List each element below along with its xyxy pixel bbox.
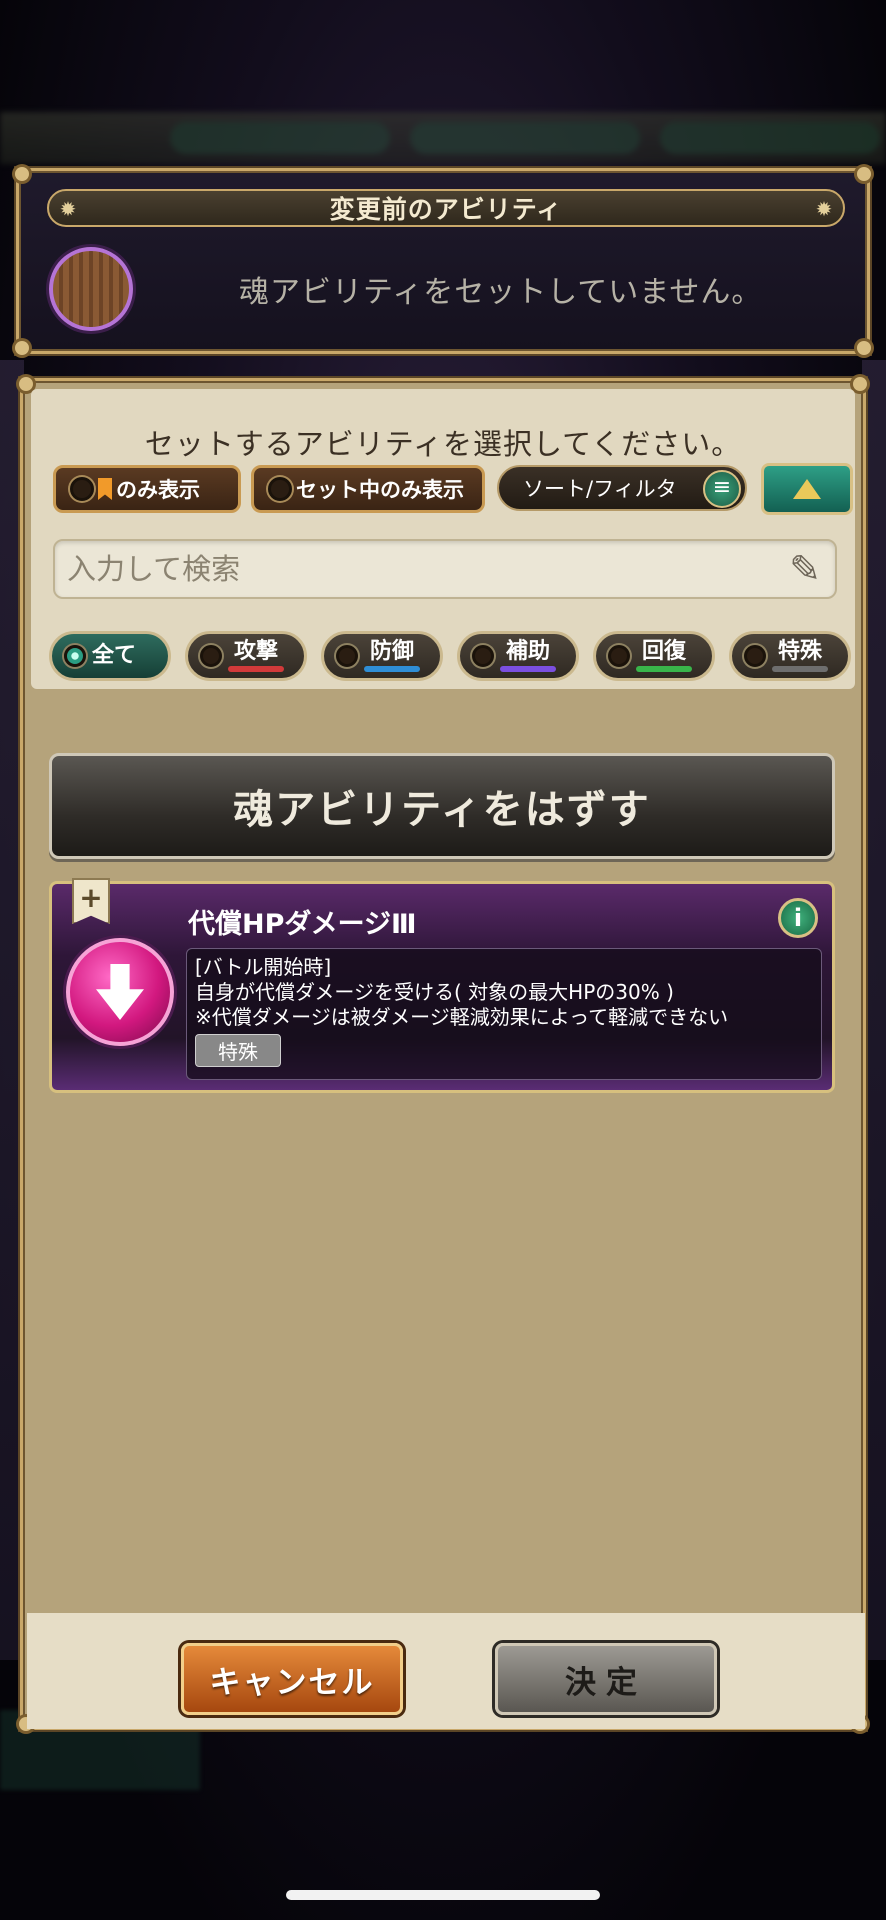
ability-description: [バトル開始時] 自身が代償ダメージを受ける( 対象の最大HPの30% ) ※代…	[186, 948, 822, 1080]
select-instruction: セットするアビリティを選択してください。	[144, 427, 742, 461]
category-color-bar	[500, 666, 556, 672]
ability-desc-line: 自身が代償ダメージを受ける( 対象の最大HPの30% )	[195, 980, 674, 1004]
frame-ornament	[847, 157, 881, 191]
footer-bar: キャンセル 決定	[27, 1613, 865, 1729]
category-label: 補助	[505, 639, 550, 664]
remove-ability-button[interactable]: 魂アビリティをはずす	[49, 753, 835, 859]
radio-icon	[608, 645, 630, 667]
info-icon[interactable]: i	[778, 898, 818, 938]
category-special-tab[interactable]: 特殊	[729, 631, 851, 681]
collapse-filter-button[interactable]	[761, 463, 853, 515]
frame-ornament	[5, 331, 39, 365]
confirm-label: 決定	[565, 1664, 647, 1701]
category-recovery-tab[interactable]: 回復	[593, 631, 715, 681]
bookmark-icon	[98, 478, 112, 500]
previous-ability-title: 変更前のアビリティ	[329, 195, 563, 224]
radio-icon	[268, 477, 292, 501]
empty-ability-slot-icon	[49, 247, 133, 331]
gear-ornament-icon: ✹	[815, 197, 833, 221]
category-color-bar	[772, 666, 828, 672]
sort-filter-label: ソート/フィルタ	[523, 477, 677, 501]
category-attack-tab[interactable]: 攻撃	[185, 631, 307, 681]
category-label: 全て	[92, 643, 137, 668]
ability-name: 代償HPダメージⅢ	[188, 909, 417, 940]
cancel-label: キャンセル	[209, 1664, 375, 1701]
plus-bookmark-icon[interactable]: +	[72, 878, 110, 924]
search-input[interactable]: 入力して検索 ✎	[53, 539, 837, 599]
ability-select-panel: セットするアビリティを選択してください。 のみ表示 セット中のみ表示 ソート/フ…	[19, 377, 867, 1731]
category-color-bar	[228, 666, 284, 672]
category-label: 攻撃	[233, 639, 278, 664]
search-placeholder: 入力して検索	[67, 552, 241, 586]
category-defense-tab[interactable]: 防御	[321, 631, 443, 681]
ability-card[interactable]: + 代償HPダメージⅢ i [バトル開始時] 自身が代償ダメージを受ける( 対象…	[49, 878, 835, 1093]
category-color-bar	[636, 666, 692, 672]
menu-icon: ≡	[703, 470, 741, 508]
frame-ornament	[5, 157, 39, 191]
radio-icon	[200, 645, 222, 667]
category-label: 特殊	[777, 639, 822, 664]
bookmark-only-toggle[interactable]: のみ表示	[53, 465, 241, 513]
category-all-tab[interactable]: 全て	[49, 631, 171, 681]
remove-ability-label: 魂アビリティをはずす	[233, 787, 651, 833]
blurred-status-bar	[0, 112, 886, 164]
no-ability-message: 魂アビリティをセットしていません。	[239, 275, 763, 310]
radio-icon	[744, 645, 766, 667]
radio-icon	[70, 477, 94, 501]
ability-desc-line: [バトル開始時]	[195, 955, 332, 979]
cancel-button[interactable]: キャンセル	[181, 1643, 403, 1715]
category-support-tab[interactable]: 補助	[457, 631, 579, 681]
home-indicator[interactable]	[286, 1890, 600, 1900]
radio-icon	[64, 645, 86, 667]
category-color-bar	[364, 666, 420, 672]
damage-down-arrow-icon	[66, 938, 174, 1046]
category-label: 回復	[641, 639, 686, 664]
confirm-button[interactable]: 決定	[495, 1643, 717, 1715]
radio-icon	[472, 645, 494, 667]
sort-filter-button[interactable]: ソート/フィルタ ≡	[497, 465, 747, 511]
set-only-label: セット中のみ表示	[296, 478, 464, 502]
ability-desc-line: ※代償ダメージは被ダメージ軽減効果によって軽減できない	[195, 1005, 729, 1029]
gear-ornament-icon: ✹	[59, 197, 77, 221]
bookmark-only-label: のみ表示	[116, 478, 200, 502]
filter-area: セットするアビリティを選択してください。 のみ表示 セット中のみ表示 ソート/フ…	[31, 389, 855, 689]
category-label: 防御	[369, 639, 414, 664]
previous-ability-panel: ✹ 変更前のアビリティ ✹ 魂アビリティをセットしていません。	[15, 167, 871, 355]
previous-ability-header: ✹ 変更前のアビリティ ✹	[47, 189, 845, 227]
triangle-up-icon	[793, 479, 821, 499]
ability-type-tag: 特殊	[195, 1034, 281, 1067]
set-only-toggle[interactable]: セット中のみ表示	[251, 465, 485, 513]
frame-ornament	[847, 331, 881, 365]
radio-icon	[336, 645, 358, 667]
edit-icon[interactable]: ✎	[783, 547, 827, 591]
